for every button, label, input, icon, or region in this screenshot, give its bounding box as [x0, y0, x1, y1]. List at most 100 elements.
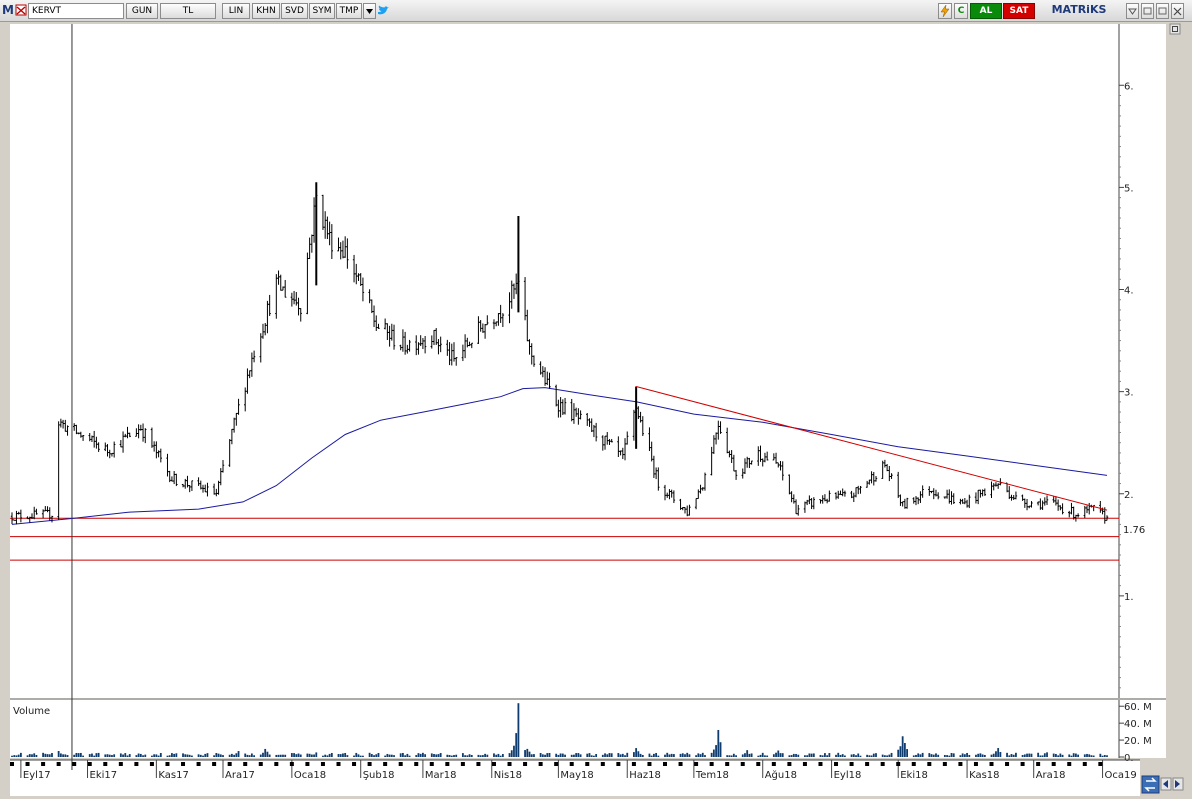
volume-bar: [1061, 754, 1064, 757]
volume-bar: [728, 755, 731, 757]
volume-bar: [990, 754, 993, 757]
volume-bar: [250, 753, 253, 757]
volume-bar: [248, 755, 251, 757]
zoom-button[interactable]: [1141, 775, 1160, 794]
volume-bar: [439, 753, 442, 757]
refresh-button[interactable]: C: [954, 3, 968, 19]
volume-bar: [999, 752, 1002, 757]
volume-bar: [946, 755, 948, 757]
close-icon[interactable]: [1171, 3, 1184, 19]
price-chart[interactable]: 1. 2. 3. 4. 5. 6. 1.76 Volume 0. 20. M 40. M 60.…: [0, 22, 1192, 799]
volume-bar: [437, 754, 440, 757]
symbol-menu-icon[interactable]: [15, 3, 27, 19]
week-marker: [134, 762, 139, 766]
volume-bar: [19, 752, 22, 757]
window-menu-arrow-icon[interactable]: [1126, 3, 1139, 19]
volume-bar: [579, 754, 582, 757]
price-plot-area[interactable]: [10, 24, 1119, 698]
tmp-button[interactable]: TMP: [336, 3, 362, 19]
volume-bar: [610, 753, 613, 757]
volume-plot-area[interactable]: [10, 700, 1119, 758]
symbol-input[interactable]: KERVT: [28, 3, 124, 19]
week-marker: [569, 762, 574, 766]
volume-bar: [310, 754, 313, 757]
volume-bar: [961, 753, 964, 757]
volume-bar: [575, 753, 578, 757]
volume-bar: [324, 754, 327, 757]
week-marker: [725, 762, 730, 766]
volume-bar: [726, 755, 729, 757]
volume-bar: [88, 754, 91, 757]
week-marker: [740, 762, 745, 766]
volume-bar: [299, 754, 302, 757]
volume-bar: [153, 754, 156, 757]
volume-bar: [701, 752, 704, 757]
volume-bar: [859, 755, 862, 757]
volume-bar: [493, 753, 495, 757]
week-marker: [958, 762, 963, 766]
week-marker: [523, 762, 528, 766]
volume-bar: [604, 753, 606, 757]
matriks-app-icon[interactable]: M: [2, 3, 14, 19]
volume-bar: [64, 754, 67, 757]
sell-button[interactable]: SAT: [1003, 3, 1035, 19]
volume-bar: [284, 754, 287, 757]
volume-bar: [657, 755, 660, 757]
volume-bar: [952, 753, 955, 757]
week-marker: [118, 762, 123, 766]
dropdown-arrow-icon[interactable]: [363, 3, 376, 19]
volume-bar: [1037, 752, 1040, 757]
week-marker: [243, 762, 248, 766]
volume-bar: [46, 754, 49, 757]
volume-bar: [888, 754, 891, 757]
week-marker: [56, 762, 61, 766]
khn-button[interactable]: KHN: [252, 3, 280, 19]
lightning-icon[interactable]: [938, 3, 952, 19]
buy-button[interactable]: AL: [970, 3, 1002, 19]
volume-bar: [779, 753, 782, 757]
volume-bar: [57, 750, 60, 757]
panel-minimize-button[interactable]: [1169, 23, 1181, 35]
week-marker: [25, 762, 30, 766]
week-marker: [1036, 762, 1041, 766]
volume-bar: [533, 754, 535, 757]
volume-bar: [204, 753, 207, 757]
volume-bar: [497, 753, 500, 757]
volume-bar: [97, 752, 100, 757]
volume-bar: [182, 753, 184, 757]
volume-bar: [528, 751, 531, 757]
volume-bar: [804, 755, 806, 757]
week-marker: [973, 762, 978, 766]
volume-bar: [357, 754, 360, 757]
volume-bar: [264, 748, 267, 757]
volume-bar: [1023, 754, 1026, 757]
volume-bar: [157, 755, 160, 757]
volume-bar: [697, 753, 700, 757]
volume-bar: [684, 754, 686, 757]
twitter-icon[interactable]: [376, 3, 390, 19]
volume-bar: [499, 755, 502, 757]
volume-bar: [819, 754, 822, 757]
volume-bar: [1068, 754, 1071, 757]
sym-button[interactable]: SYM: [309, 3, 335, 19]
week-marker: [383, 762, 388, 766]
volume-bar: [546, 753, 549, 757]
volume-bar: [868, 755, 871, 757]
volume-bar: [106, 754, 109, 757]
restore-icon[interactable]: [1156, 3, 1169, 19]
month-label: Tem18: [695, 770, 729, 781]
volume-bar: [595, 754, 598, 757]
volume-bar: [573, 754, 575, 757]
currency-button[interactable]: TL: [160, 3, 216, 19]
volume-bar: [641, 754, 644, 757]
month-label: Eki17: [90, 770, 118, 781]
week-marker: [10, 762, 14, 766]
svd-button[interactable]: SVD: [281, 3, 308, 19]
minimize-icon[interactable]: [1141, 3, 1154, 19]
volume-bar: [866, 754, 869, 757]
volume-bar: [486, 754, 489, 757]
volume-bar: [290, 753, 293, 757]
volume-bar: [388, 754, 391, 757]
linear-scale-button[interactable]: LIN: [222, 3, 250, 19]
period-button[interactable]: GUN: [126, 3, 158, 19]
